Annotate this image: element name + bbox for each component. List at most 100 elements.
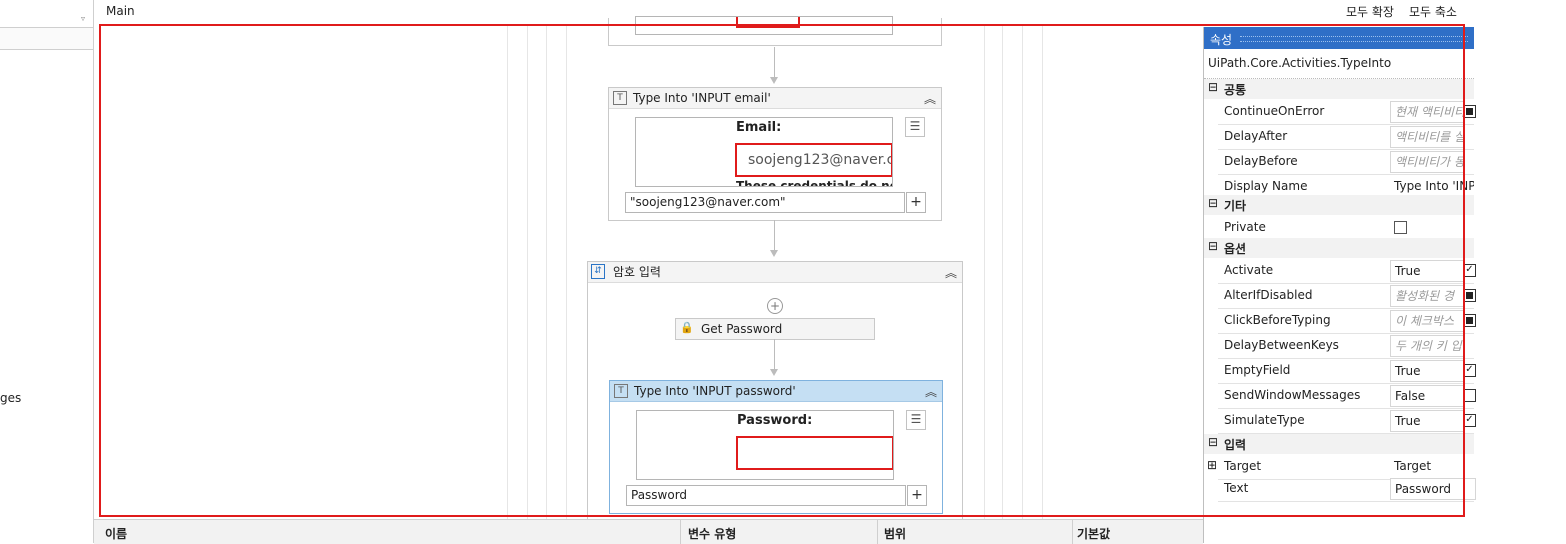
property-value-field[interactable]: 두 개의 키 입력 bbox=[1390, 335, 1464, 357]
property-value-field[interactable]: Password bbox=[1390, 478, 1476, 500]
property-category[interactable]: ⊟ 옵션 bbox=[1204, 238, 1474, 258]
activity-header: T Type Into 'INPUT email' ︽ bbox=[609, 88, 941, 109]
property-value-field[interactable]: False bbox=[1390, 385, 1464, 407]
expand-all-link[interactable]: 모두 확장 bbox=[1346, 3, 1394, 20]
collapse-toggle-icon[interactable]: ⊟ bbox=[1208, 196, 1218, 210]
indeterminate-checkbox-icon[interactable] bbox=[1463, 289, 1476, 302]
property-value-field[interactable]: True bbox=[1390, 260, 1464, 282]
category-name: 기타 bbox=[1224, 199, 1247, 213]
category-name: 공통 bbox=[1224, 83, 1247, 97]
type-into-password-activity[interactable]: T Type Into 'INPUT password' ︽ Password:… bbox=[609, 380, 943, 514]
checked-checkbox-icon[interactable]: ✓ bbox=[1463, 414, 1476, 427]
column-header-type[interactable]: 변수 유형 bbox=[688, 525, 736, 542]
property-row[interactable]: EmptyField True ✓ bbox=[1218, 359, 1476, 384]
property-category[interactable]: ⊟ 입력 bbox=[1204, 434, 1474, 454]
property-row[interactable]: DelayBefore 액티비티가 동 bbox=[1218, 150, 1474, 175]
property-value-field[interactable]: True bbox=[1390, 360, 1464, 382]
sequence-header: ⇵ 암호 입력 ︽ bbox=[588, 262, 962, 283]
property-row[interactable]: DelayBetweenKeys 두 개의 키 입력 bbox=[1218, 334, 1474, 359]
property-name: EmptyField bbox=[1224, 363, 1291, 377]
property-value-field[interactable]: 액티비티를 실 bbox=[1390, 126, 1464, 148]
collapse-icon[interactable]: ︽ bbox=[925, 383, 937, 400]
column-header-default[interactable]: 기본값 bbox=[1077, 525, 1110, 542]
property-category[interactable]: ⊟ 공통 bbox=[1204, 79, 1474, 99]
indeterminate-checkbox-icon[interactable] bbox=[1463, 105, 1476, 118]
sequence-border bbox=[566, 24, 567, 519]
collapse-icon[interactable]: ︽ bbox=[945, 264, 957, 281]
property-checkbox[interactable] bbox=[1394, 221, 1407, 234]
properties-title-bar: 속성 bbox=[1204, 27, 1474, 49]
add-variable-button[interactable]: + bbox=[906, 192, 926, 213]
flow-arrow-head bbox=[770, 77, 778, 84]
collapse-toggle-icon[interactable]: ⊟ bbox=[1208, 435, 1218, 449]
property-name: SendWindowMessages bbox=[1224, 388, 1361, 402]
preview-menu-icon[interactable]: ☰ bbox=[905, 117, 925, 137]
unchecked-checkbox-icon[interactable] bbox=[1463, 389, 1476, 402]
property-row[interactable]: AlterIfDisabled 활성화된 경 bbox=[1218, 284, 1476, 309]
sequence-icon: ⇵ bbox=[591, 264, 605, 279]
get-password-activity[interactable]: 🔒 Get Password bbox=[675, 318, 875, 340]
column-header-name[interactable]: 이름 bbox=[105, 525, 127, 542]
previous-activity[interactable] bbox=[608, 16, 942, 46]
activity-title: Type Into 'INPUT password' bbox=[634, 384, 796, 398]
preview-highlight bbox=[736, 17, 800, 28]
add-variable-button[interactable]: + bbox=[907, 485, 927, 506]
properties-title: 속성 bbox=[1210, 33, 1233, 47]
property-row[interactable]: DelayAfter 액티비티를 실 bbox=[1218, 125, 1474, 150]
property-value-field[interactable]: 이 체크박스 bbox=[1390, 310, 1464, 332]
property-name: Activate bbox=[1224, 263, 1274, 277]
indeterminate-checkbox-icon[interactable] bbox=[1463, 314, 1476, 327]
property-category[interactable]: ⊟ 기타 bbox=[1204, 195, 1474, 215]
property-row[interactable]: ClickBeforeTyping 이 체크박스 bbox=[1218, 309, 1476, 334]
property-row[interactable]: SendWindowMessages False bbox=[1218, 384, 1476, 409]
property-row[interactable]: Text Password bbox=[1218, 477, 1476, 502]
collapse-toggle-icon[interactable]: ⊟ bbox=[1208, 80, 1218, 94]
left-panel-item-label[interactable]: ges bbox=[0, 391, 21, 405]
property-row[interactable]: SimulateType True ✓ bbox=[1218, 409, 1476, 434]
panel-filter-icon[interactable]: ▿ bbox=[81, 14, 85, 23]
property-name: DelayBetweenKeys bbox=[1224, 338, 1339, 352]
property-value-field[interactable]: 현재 액티비티 bbox=[1390, 101, 1464, 123]
sequence-border bbox=[1022, 24, 1023, 519]
column-header-scope[interactable]: 범위 bbox=[884, 525, 906, 542]
collapse-toggle-icon[interactable]: ⊟ bbox=[1208, 239, 1218, 253]
title-bar-dots bbox=[1240, 36, 1468, 42]
collapse-all-link[interactable]: 모두 축소 bbox=[1409, 3, 1457, 20]
property-name: DelayAfter bbox=[1224, 129, 1288, 143]
checked-checkbox-icon[interactable]: ✓ bbox=[1463, 264, 1476, 277]
property-name: DelayBefore bbox=[1224, 154, 1298, 168]
property-row[interactable]: Activate True ✓ bbox=[1218, 259, 1476, 284]
property-value-field[interactable]: Target bbox=[1390, 456, 1462, 476]
text-input[interactable]: "soojeng123@naver.com" bbox=[625, 192, 905, 213]
expand-icon[interactable]: ⊞ bbox=[1207, 458, 1217, 472]
sequence-border bbox=[507, 24, 508, 519]
activity-title: Get Password bbox=[701, 322, 783, 336]
lock-icon: 🔒 bbox=[680, 321, 694, 334]
sequence-border bbox=[1002, 24, 1003, 519]
password-preview-image: Password: bbox=[636, 410, 894, 480]
property-name: Display Name bbox=[1224, 179, 1308, 193]
collapse-icon[interactable]: ︽ bbox=[924, 90, 936, 107]
type-into-email-activity[interactable]: T Type Into 'INPUT email' ︽ Email: sooje… bbox=[608, 87, 942, 221]
property-value-field[interactable]: 액티비티가 동 bbox=[1390, 151, 1464, 173]
workflow-canvas: T Type Into 'INPUT email' ︽ Email: sooje… bbox=[94, 16, 1203, 533]
property-name: Target bbox=[1224, 459, 1262, 473]
flow-arrow bbox=[774, 220, 775, 250]
property-value-field[interactable]: True bbox=[1390, 410, 1464, 432]
checked-checkbox-icon[interactable]: ✓ bbox=[1463, 364, 1476, 377]
sequence-border bbox=[1042, 24, 1043, 519]
property-value-field[interactable]: Type Into 'INPUT bbox=[1390, 176, 1474, 196]
text-input[interactable]: Password bbox=[626, 485, 906, 506]
preview-value: soojeng123@naver.com bbox=[748, 152, 891, 168]
breadcrumb[interactable]: Main bbox=[106, 4, 135, 18]
category-name: 입력 bbox=[1224, 438, 1247, 452]
add-activity-icon[interactable]: + bbox=[767, 298, 783, 314]
property-value-field[interactable]: 활성화된 경 bbox=[1390, 285, 1464, 307]
properties-panel: 속성 UiPath.Core.Activities.TypeInto ⊟ 공통 Co… bbox=[1203, 27, 1476, 543]
sequence-border bbox=[984, 24, 985, 519]
property-row[interactable]: ContinueOnError 현재 액티비티 bbox=[1218, 100, 1476, 125]
password-sequence[interactable]: ⇵ 암호 입력 ︽ + 🔒 Get Password T Type Into '… bbox=[587, 261, 963, 533]
preview-menu-icon[interactable]: ☰ bbox=[906, 410, 926, 430]
flow-arrow bbox=[774, 339, 775, 369]
preview-highlight bbox=[736, 436, 893, 470]
